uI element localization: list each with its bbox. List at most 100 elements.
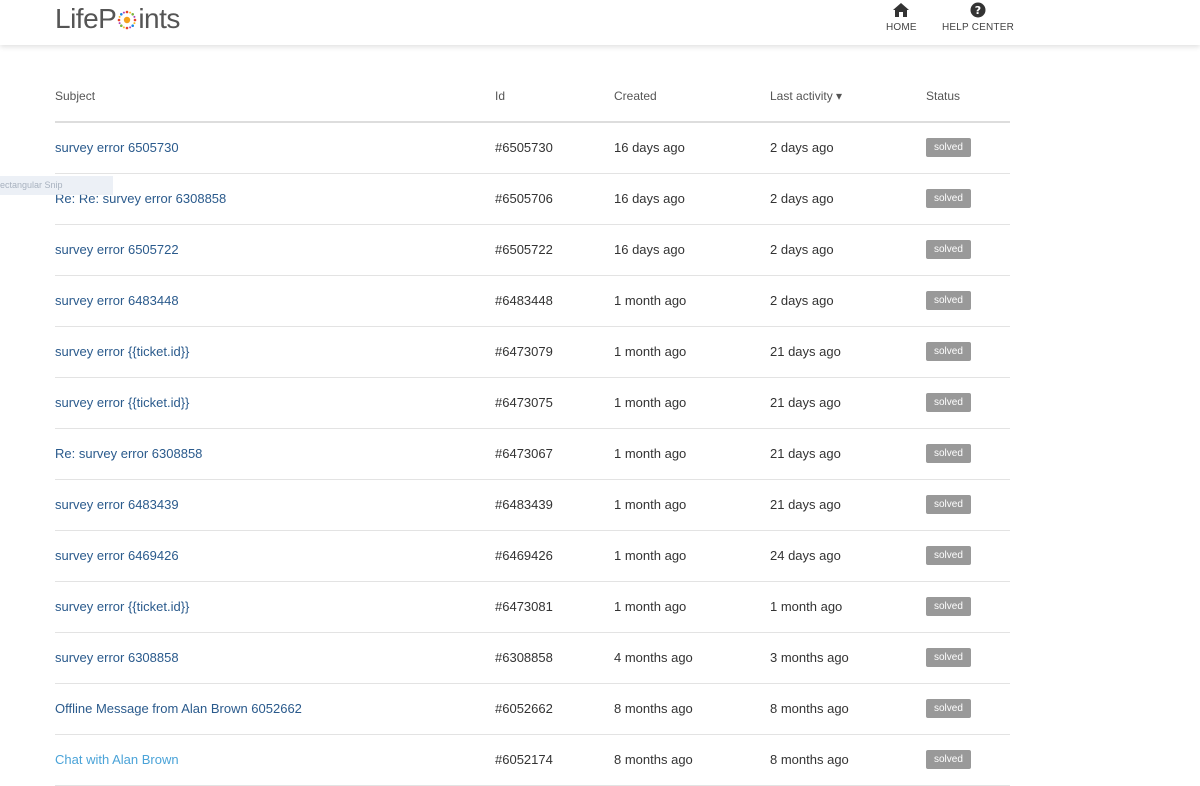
table-row: survey error 6505722 #6505722 16 days ago 2… [55, 225, 1010, 276]
ticket-created: 16 days ago [614, 140, 685, 155]
status-badge: solved [926, 444, 971, 463]
table-row: survey error 6483439 #6483439 1 month ago 2… [55, 480, 1010, 531]
ticket-created: 1 month ago [614, 497, 687, 512]
ticket-id: #6052662 [495, 701, 553, 716]
ticket-status: solved [926, 189, 971, 208]
ticket-id: #6308858 [495, 650, 553, 665]
status-badge: solved [926, 750, 971, 769]
status-badge: solved [926, 240, 971, 259]
ticket-subject-link[interactable]: survey error 6505722 [55, 242, 179, 257]
ticket-id: #6473067 [495, 446, 553, 461]
svg-text:?: ? [975, 4, 982, 17]
ticket-id: #6505730 [495, 140, 553, 155]
table-row: survey error {{ticket.id}} #6473075 1 mont… [55, 378, 1010, 429]
column-header-id[interactable]: Id [495, 89, 505, 103]
ticket-created: 16 days ago [614, 191, 685, 206]
ticket-status: solved [926, 240, 971, 259]
ticket-id: #6469426 [495, 548, 553, 563]
ticket-created: 1 month ago [614, 395, 687, 410]
ticket-subject-link[interactable]: survey error {{ticket.id}} [55, 344, 189, 359]
status-badge: solved [926, 495, 971, 514]
ticket-created: 8 months ago [614, 701, 693, 716]
table-row: survey error {{ticket.id}} #6473081 1 mont… [55, 582, 1010, 633]
ticket-last-activity: 2 days ago [770, 191, 834, 206]
table-row: survey error 6505730 #6505730 16 days ago 2… [55, 123, 1010, 174]
column-header-subject[interactable]: Subject [55, 89, 95, 103]
column-header-last-activity[interactable]: Last activity ▾ [770, 89, 842, 103]
ticket-created: 1 month ago [614, 344, 687, 359]
table-row: survey error 6483448 #6483448 1 month ago 2… [55, 276, 1010, 327]
ticket-id: #6483439 [495, 497, 553, 512]
ticket-subject-link[interactable]: survey error {{ticket.id}} [55, 395, 189, 410]
ticket-id: #6505706 [495, 191, 553, 206]
ticket-subject-link[interactable]: survey error 6469426 [55, 548, 179, 563]
ticket-last-activity: 2 days ago [770, 242, 834, 257]
ticket-created: 16 days ago [614, 242, 685, 257]
ticket-created: 1 month ago [614, 548, 687, 563]
nav-home-label: HOME [886, 22, 917, 33]
status-badge: solved [926, 393, 971, 412]
table-row: Offline Message from Alan Brown 6052662 #… [55, 684, 1010, 735]
ticket-subject-link[interactable]: Re: survey error 6308858 [55, 446, 202, 461]
table-row: Chat with Alan Brown #6052174 8 months ago… [55, 735, 1010, 786]
column-header-created[interactable]: Created [614, 89, 657, 103]
nav-home[interactable]: HOME [886, 2, 917, 33]
ticket-id: #6473079 [495, 344, 553, 359]
ticket-status: solved [926, 495, 971, 514]
lifepoints-logo[interactable]: LifeP ints [55, 2, 180, 36]
ticket-status: solved [926, 648, 971, 667]
logo-text-end: ints [138, 3, 180, 34]
ticket-status: solved [926, 750, 971, 769]
ticket-last-activity: 21 days ago [770, 497, 841, 512]
ticket-status: solved [926, 393, 971, 412]
ticket-last-activity: 2 days ago [770, 140, 834, 155]
status-badge: solved [926, 342, 971, 361]
ticket-last-activity: 2 days ago [770, 293, 834, 308]
ticket-last-activity: 1 month ago [770, 599, 843, 614]
ticket-id: #6483448 [495, 293, 553, 308]
ticket-subject-link[interactable]: survey error 6483439 [55, 497, 179, 512]
requests-table: Subject Id Created Last activity ▾ Statu… [55, 70, 1010, 786]
table-row: survey error 6469426 #6469426 1 month ago 2… [55, 531, 1010, 582]
status-badge: solved [926, 648, 971, 667]
ticket-subject-link[interactable]: survey error 6483448 [55, 293, 179, 308]
ticket-status: solved [926, 699, 971, 718]
status-badge: solved [926, 291, 971, 310]
status-badge: solved [926, 597, 971, 616]
ticket-created: 1 month ago [614, 599, 687, 614]
ticket-status: solved [926, 138, 971, 157]
sun-logo-icon [118, 10, 137, 30]
ticket-last-activity: 8 months ago [770, 701, 849, 716]
logo-text-start: LifeP [55, 3, 117, 34]
ticket-status: solved [926, 546, 971, 565]
ticket-subject-link[interactable]: survey error 6308858 [55, 650, 179, 665]
table-row: Re: Re: survey error 6308858 #6505706 16 d… [55, 174, 1010, 225]
ticket-status: solved [926, 597, 971, 616]
ticket-subject-link[interactable]: survey error {{ticket.id}} [55, 599, 189, 614]
column-header-status[interactable]: Status [926, 89, 960, 103]
status-badge: solved [926, 138, 971, 157]
ticket-created: 4 months ago [614, 650, 693, 665]
ticket-id: #6473081 [495, 599, 553, 614]
ticket-subject-link[interactable]: survey error 6505730 [55, 140, 179, 155]
top-header: LifeP ints HOME ? HELP CENTER [0, 0, 1200, 45]
ticket-created: 1 month ago [614, 293, 687, 308]
table-row: survey error 6308858 #6308858 4 months ago… [55, 633, 1010, 684]
ticket-subject-link[interactable]: Offline Message from Alan Brown 6052662 [55, 701, 302, 716]
status-badge: solved [926, 546, 971, 565]
snip-tooltip: ectangular Snip [0, 176, 113, 195]
ticket-last-activity: 3 months ago [770, 650, 849, 665]
ticket-last-activity: 21 days ago [770, 446, 841, 461]
home-icon [893, 3, 910, 17]
ticket-created: 1 month ago [614, 446, 687, 461]
nav-help-center-label: HELP CENTER [942, 22, 1015, 33]
ticket-status: solved [926, 291, 971, 310]
ticket-last-activity: 24 days ago [770, 548, 841, 563]
ticket-status: solved [926, 342, 971, 361]
ticket-status: solved [926, 444, 971, 463]
table-body: survey error 6505730 #6505730 16 days ago 2… [55, 123, 1010, 786]
table-header: Subject Id Created Last activity ▾ Statu… [55, 70, 1010, 123]
nav-help-center[interactable]: ? HELP CENTER [942, 2, 1014, 33]
question-circle-icon: ? [970, 2, 986, 18]
ticket-id: #6505722 [495, 242, 553, 257]
